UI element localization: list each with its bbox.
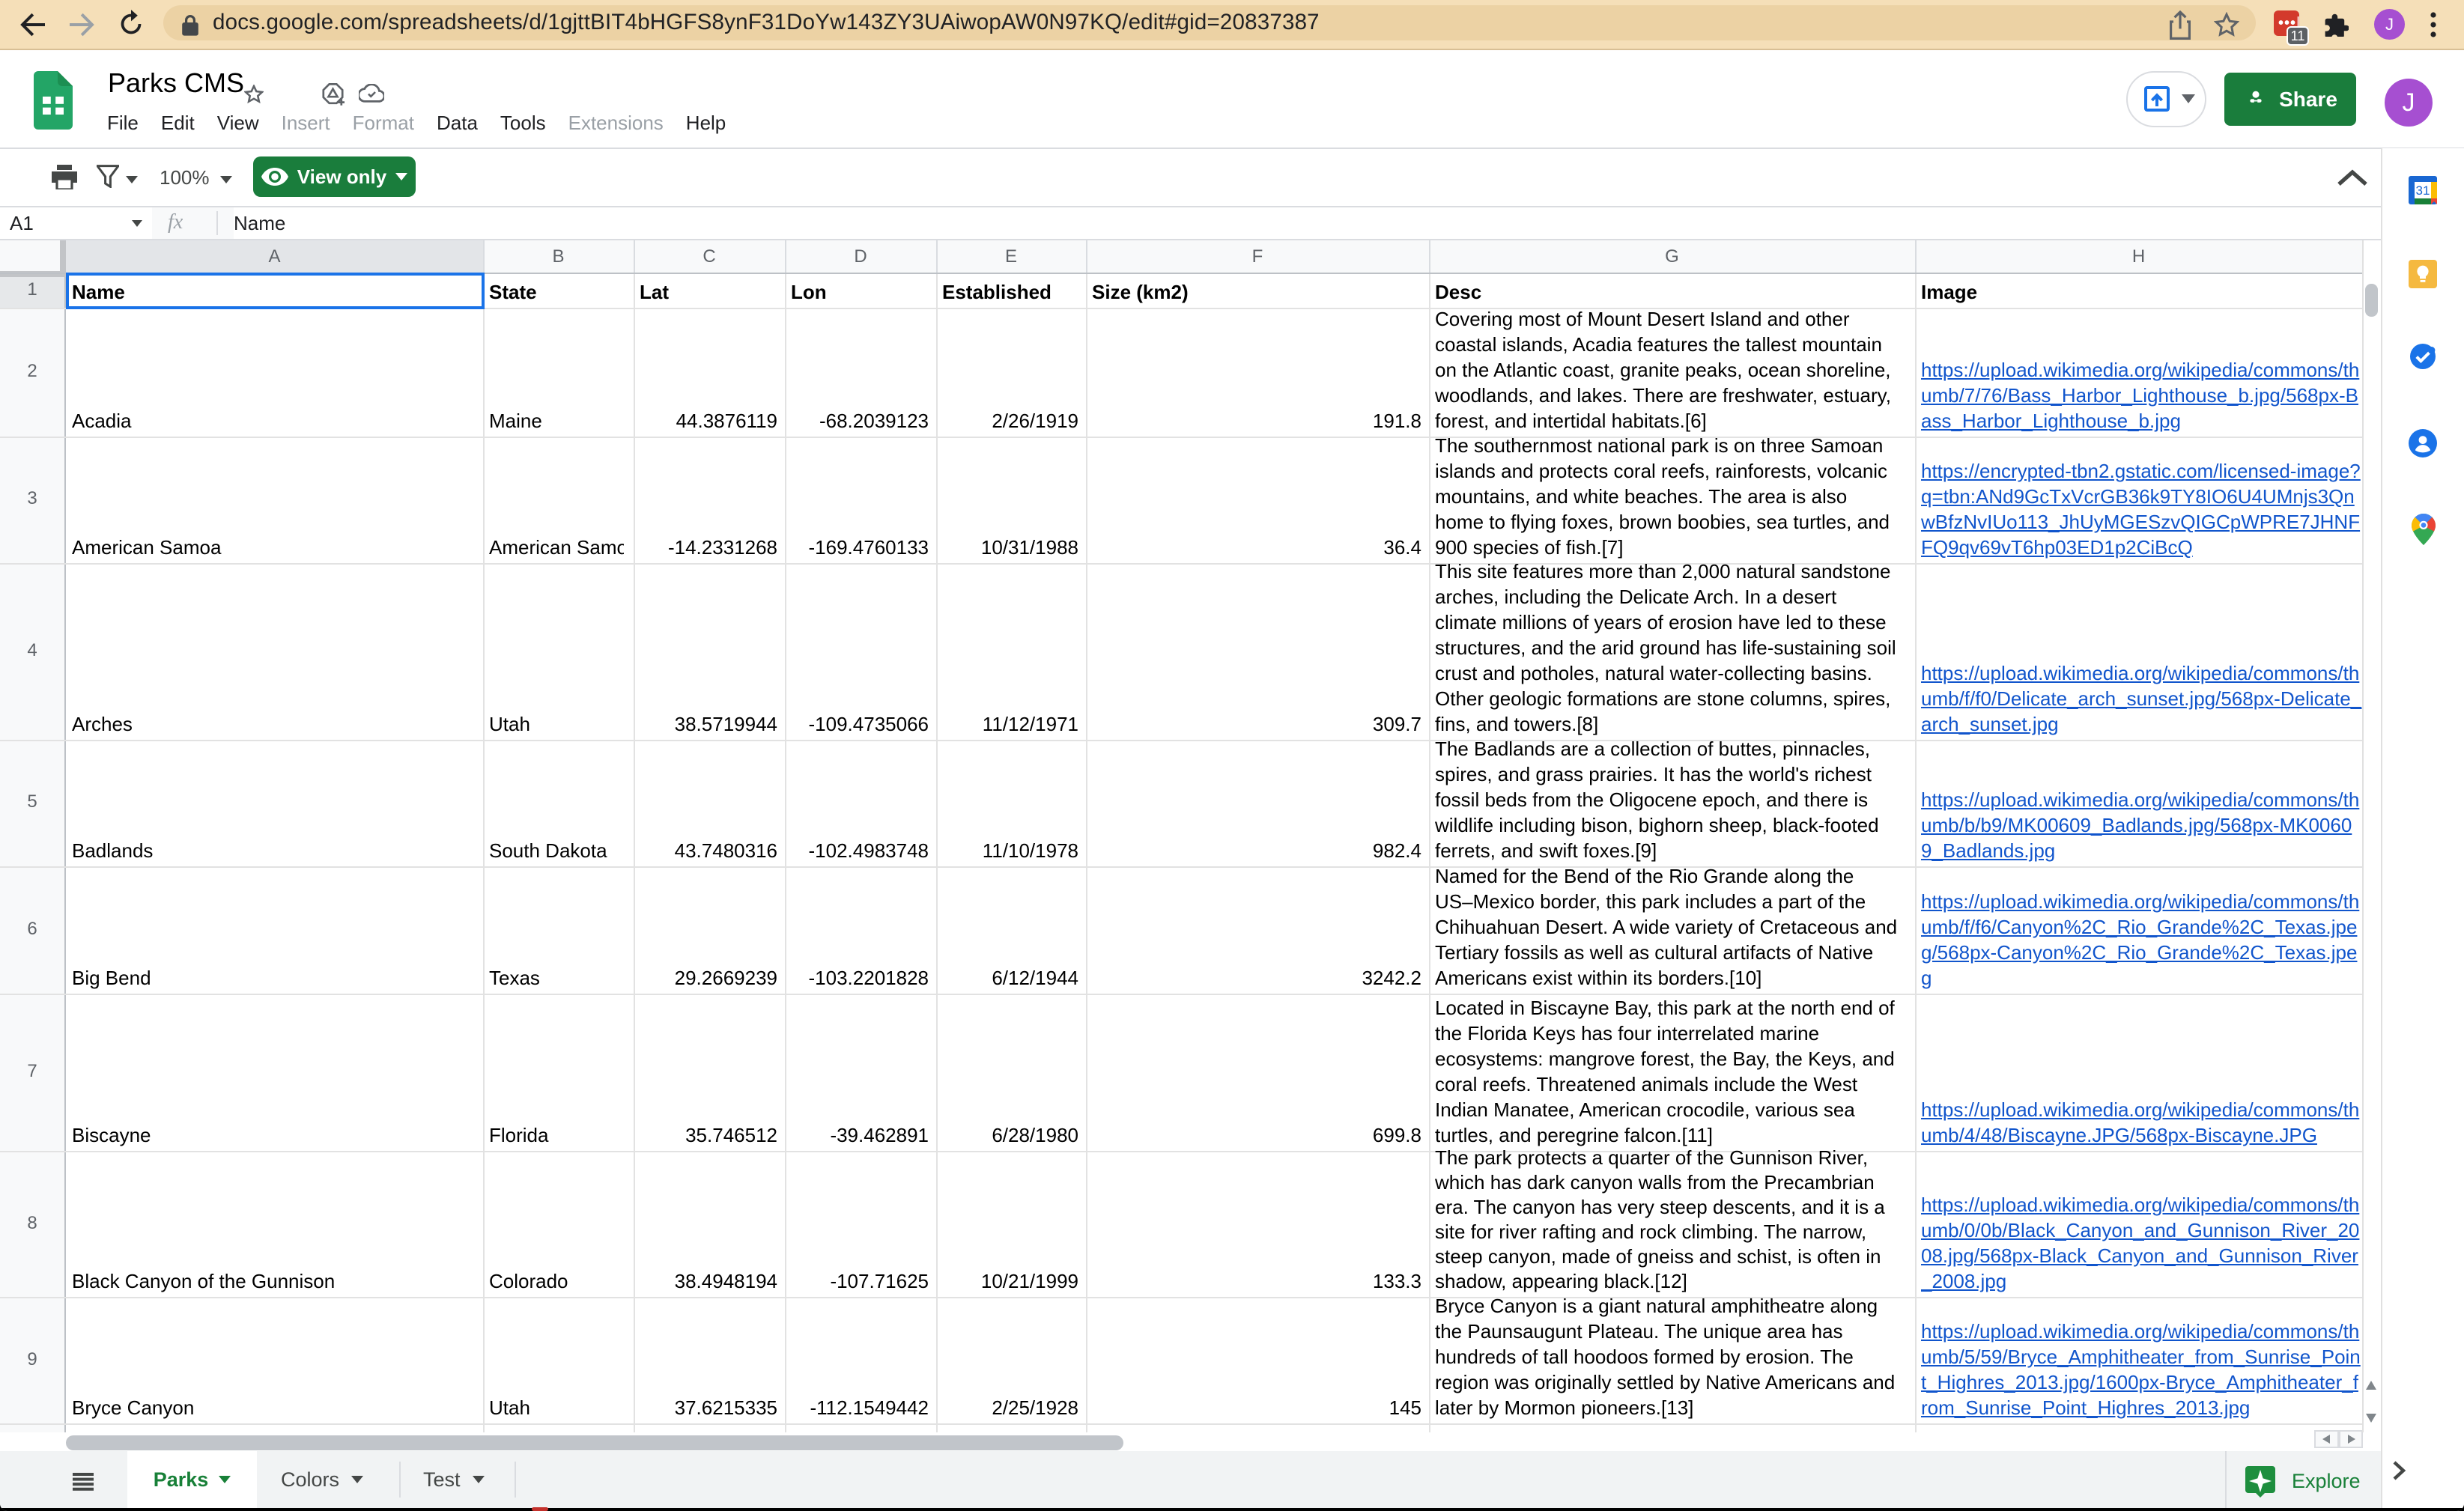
- svg-text:31: 31: [2416, 183, 2430, 198]
